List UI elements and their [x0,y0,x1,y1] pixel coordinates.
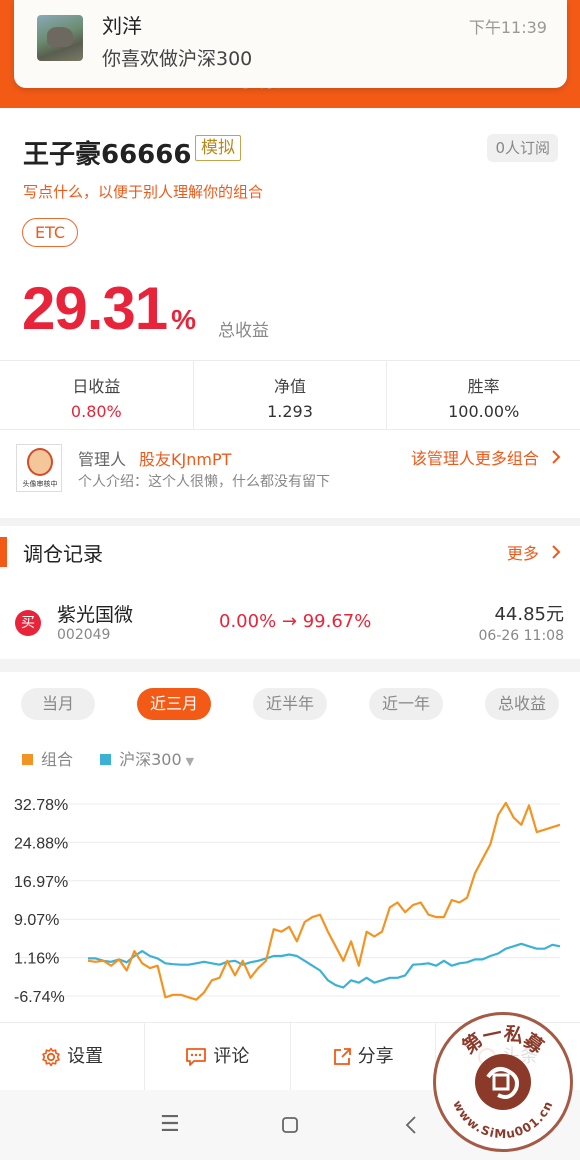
stock-code: 002049 [57,627,111,643]
legend-index: 沪深300 [119,750,182,769]
manager-more-link[interactable]: 该管理人更多组合 [411,445,562,469]
legend-swatch-portfolio [22,754,33,765]
stat-win-rate: 胜率 100.00% [387,361,580,429]
watermark-seal: 第一私募 www.SiMu001.cn [433,1012,573,1152]
comment-icon [186,1048,207,1066]
tab-one-year[interactable]: 近一年 [369,688,443,720]
trade-record-section: 调仓记录 更多 买 紫光国微 002049 0.00% → 99.67% 44.… [0,526,580,659]
total-return: 29.31% [22,274,196,343]
portfolio-description[interactable]: 写点什么，以便于别人理解你的组合 [23,181,263,202]
return-chart[interactable]: 32.78% 24.88% 16.97% 9.07% 1.16% -6.74% [0,786,580,1018]
manager-intro: 个人介绍：这个人很懒，什么都没有留下 [78,474,330,490]
trade-record-more[interactable]: 更多 [507,540,562,564]
y-tick-label: 32.78% [14,797,68,814]
chevron-right-icon [552,545,561,559]
index-line [88,942,561,989]
tab-total-return[interactable]: 总收益 [485,688,559,720]
share-button[interactable]: 分享 [291,1023,436,1090]
simulation-tag: 模拟 [195,135,241,161]
portfolio-title: 王子豪66666 [23,140,192,170]
position-change: 0.00% → 99.67% [219,611,372,632]
tab-this-month[interactable]: 当月 [21,688,95,720]
portfolio-panel: 王子豪66666 模拟 0人订阅 写点什么，以便于别人理解你的组合 ETC 29… [0,108,580,518]
stat-net-value: 净值 1.293 [194,361,388,429]
portfolio-line [87,801,561,1001]
tab-half-year[interactable]: 近半年 [253,688,327,720]
buy-badge: 买 [15,610,41,636]
gear-icon [42,1047,60,1067]
y-tick-label: -6.74% [14,989,65,1006]
legend-index-item[interactable]: 沪深300 ▼ [100,750,194,769]
share-label: 分享 [357,1046,394,1067]
total-return-value: 29.31 [22,275,168,342]
menu-icon[interactable]: ☰ [160,1112,180,1137]
stat-value: 0.80% [70,402,122,421]
share-icon [333,1048,351,1065]
comment-label: 评论 [213,1046,250,1067]
y-tick-label: 16.97% [14,874,68,891]
settings-button[interactable]: 设置 [0,1023,146,1090]
avatar-face [27,448,53,476]
trade-record-more-label: 更多 [506,544,539,563]
notification-avatar [37,15,83,61]
stock-name: 紫光国微 [57,604,134,626]
manager-name[interactable]: 股友KJnmPT [139,446,231,470]
home-icon[interactable] [281,1116,299,1134]
stat-daily-return: 日收益 0.80% [0,361,194,429]
stat-value: 100.00% [448,402,520,421]
manager-label: 管理人 [78,450,127,469]
trade-datetime: 06-26 11:08 [478,628,564,644]
section-accent-bar [0,537,7,567]
y-tick-label: 24.88% [14,835,68,852]
trade-record-title: 调仓记录 [23,542,103,566]
subscriber-count[interactable]: 0人订阅 [487,134,558,162]
legend-portfolio: 组合 [41,750,74,769]
total-return-label: 总收益 [218,321,269,341]
svg-text:第一私募: 第一私募 [458,1022,548,1059]
y-tick-label: 9.07% [14,912,59,929]
stat-value: 1.293 [267,402,313,421]
y-tick-label: 1.16% [14,951,59,968]
watermark-logo: 第一私募 www.SiMu001.cn [450,1022,555,1141]
avatar-caption: 头像审核中 [22,480,58,488]
stat-label: 胜率 [467,377,500,396]
chart-panel: 当月 近三月 近半年 近一年 总收益 组合 沪深300 ▼ 32.78% 24.88… [0,672,580,1022]
stat-label: 净值 [274,377,307,396]
watermark-text-top: 第一私募 [458,1022,548,1059]
manager-avatar[interactable]: 头像审核中 [16,444,62,492]
chart-legend: 组合 沪深300 ▼ [22,746,194,770]
total-return-unit: % [171,304,196,335]
notification-sender: 刘洋 [102,14,142,38]
notification-time: 下午11:39 [468,18,547,37]
period-tabs: 当月 近三月 近半年 近一年 总收益 [0,688,580,722]
manager-more-label: 该管理人更多组合 [410,449,539,468]
category-tag[interactable]: ETC [22,218,78,247]
stat-label: 日收益 [72,377,121,396]
settings-label: 设置 [67,1046,104,1067]
back-icon[interactable] [405,1115,417,1135]
stats-row: 日收益 0.80% 净值 1.293 胜率 100.00% [0,360,580,430]
notification-banner[interactable]: 刘洋 你喜欢做沪深300 下午11:39 [14,0,567,88]
trade-price: 44.85元 [494,604,564,625]
tab-three-months[interactable]: 近三月 [137,688,211,720]
chevron-right-icon [552,450,561,464]
legend-swatch-index [100,754,112,765]
caret-down-icon: ▼ [185,755,195,768]
notification-message: 你喜欢做沪深300 [102,48,253,70]
comment-button[interactable]: 评论 [145,1023,291,1090]
manager-row[interactable]: 头像审核中 管理人 股友KJnmPT 个人介绍：这个人很懒，什么都没有留下 该管… [0,430,580,510]
